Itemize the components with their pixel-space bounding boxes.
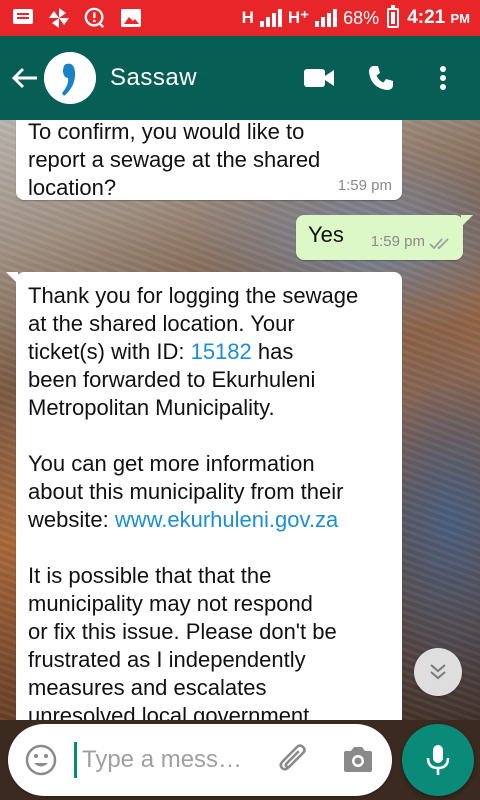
chat-header: Sassaw — [0, 36, 480, 120]
more-options-icon[interactable] — [426, 61, 460, 95]
message-text: To confirm, you would like to report a s… — [28, 120, 321, 200]
video-call-icon[interactable] — [302, 61, 336, 95]
ticket-id-link[interactable]: 15182 — [191, 339, 252, 364]
image-notification-icon — [120, 7, 142, 29]
attachment-icon[interactable] — [276, 742, 312, 778]
double-check-icon — [429, 238, 449, 250]
voice-message-button[interactable] — [402, 724, 474, 796]
phone-icon[interactable] — [364, 61, 398, 95]
signal-strength-icon-2 — [315, 9, 338, 27]
scroll-to-bottom-button[interactable] — [414, 648, 462, 696]
camera-icon[interactable] — [340, 742, 376, 778]
signal-strength-icon-1 — [259, 9, 282, 27]
clock: 4:21 PM — [407, 7, 470, 28]
message-input[interactable] — [82, 742, 272, 778]
incoming-message[interactable]: Thank you for logging the sewage at the … — [6, 272, 402, 720]
contact-avatar[interactable] — [44, 52, 96, 104]
battery-charging-icon — [387, 5, 400, 28]
network-type-1: H — [241, 8, 254, 27]
chat-area[interactable]: To confirm, you would like to report a s… — [0, 120, 480, 720]
status-bar: H H⁺ 68% 4:21 PM — [0, 0, 480, 36]
emoji-icon[interactable] — [24, 743, 58, 777]
incoming-message[interactable]: To confirm, you would like to report a s… — [16, 120, 402, 200]
chevron-double-down-icon — [430, 664, 446, 680]
message-text: Thank you for logging the sewage at the … — [28, 283, 359, 720]
contact-name[interactable]: Sassaw — [110, 64, 302, 92]
network-type-2: H⁺ — [287, 8, 310, 27]
message-time: 1:59 pm — [337, 177, 392, 194]
composer — [0, 720, 480, 800]
microphone-icon — [426, 745, 450, 775]
message-input-box[interactable] — [8, 724, 392, 796]
battery-percentage: 68% — [343, 7, 380, 28]
message-time: 1:59 pm — [370, 233, 425, 250]
pinwheel-notification-icon — [48, 7, 70, 29]
alert-bubble-icon — [84, 7, 106, 29]
text-cursor — [74, 742, 77, 778]
website-link[interactable]: www.ekurhuleni.gov.za — [115, 507, 338, 532]
message-notification-icon — [12, 7, 34, 29]
back-arrow-icon[interactable] — [8, 61, 42, 95]
outgoing-message[interactable]: Yes 1:59 pm — [296, 215, 473, 260]
